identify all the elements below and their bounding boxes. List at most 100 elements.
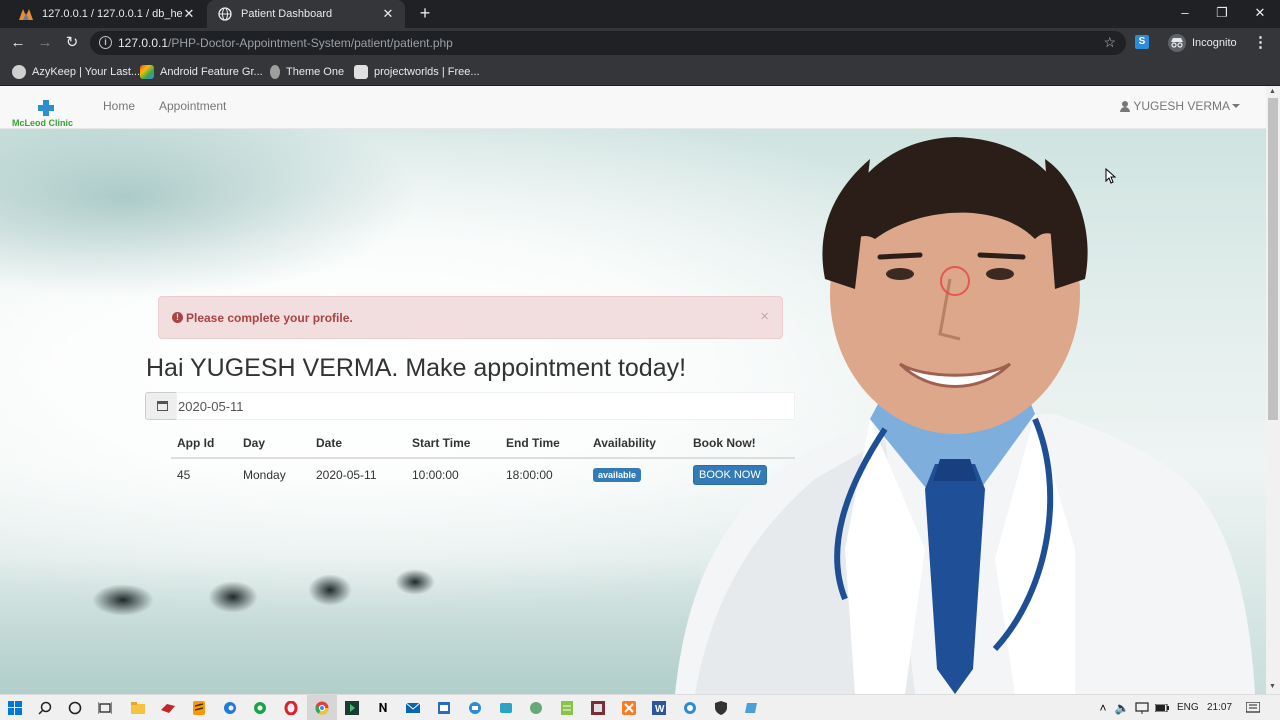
mouse-pointer-icon [1105, 168, 1117, 184]
app-icon[interactable] [498, 700, 514, 716]
status-badge: available [593, 468, 642, 482]
phpmyadmin-icon [18, 6, 34, 22]
calendar-icon[interactable] [145, 392, 177, 420]
app-icon[interactable] [682, 700, 698, 716]
bookmark-label: projectworlds | Free... [374, 66, 480, 78]
mail-icon[interactable] [405, 700, 421, 716]
bookmarks-bar: AzyKeep | Your Last... Android Feature G… [0, 58, 1280, 86]
task-view-icon[interactable] [97, 700, 113, 716]
app-icon[interactable] [467, 700, 483, 716]
cortana-icon[interactable] [67, 700, 83, 716]
window-close-icon[interactable]: ✕ [1241, 0, 1279, 28]
alert-close-button[interactable]: × [760, 308, 769, 325]
volume-icon[interactable]: 🔈 [1114, 700, 1130, 716]
bookmark-star-icon[interactable]: ☆ [1103, 34, 1116, 51]
incognito-icon [1168, 34, 1186, 52]
user-name: YUGESH VERMA [1133, 99, 1230, 113]
browser-toolbar: ← → ↻ i 127.0.0.1/PHP-Doctor-Appointment… [0, 28, 1280, 58]
reload-icon[interactable]: ↻ [62, 33, 82, 53]
url-text: 127.0.0.1/PHP-Doctor-Appointment-System/… [118, 36, 453, 50]
extension-s-icon[interactable]: S [1135, 35, 1149, 49]
file-explorer-icon[interactable] [130, 700, 146, 716]
info-icon[interactable]: i [99, 36, 112, 49]
app-icon[interactable] [590, 700, 606, 716]
bookmark-azykeep[interactable]: AzyKeep | Your Last... [12, 64, 140, 80]
col-app-id: App Id [171, 428, 237, 459]
windows-start-icon[interactable] [7, 700, 23, 716]
hero-floor [0, 559, 700, 694]
book-now-button[interactable]: BOOK NOW [693, 464, 767, 485]
browser-tab-strip: 127.0.0.1 / 127.0.0.1 / db_healthc ✕ Pat… [0, 0, 1280, 28]
chrome-icon[interactable] [314, 700, 330, 716]
col-day: Day [237, 428, 310, 459]
col-start-time: Start Time [406, 428, 500, 459]
cell-day: Monday [237, 457, 310, 490]
clinic-logo[interactable]: McLeod Clinic [12, 100, 78, 130]
battery-icon[interactable] [1154, 700, 1170, 716]
notepad-icon[interactable] [559, 700, 575, 716]
scrollbar-thumb[interactable] [1268, 98, 1278, 420]
date-input[interactable]: 2020-05-11 [176, 392, 795, 420]
exclamation-circle-icon: ! [172, 312, 183, 323]
network-icon[interactable] [1134, 700, 1150, 716]
nav-home[interactable]: Home [103, 99, 135, 113]
cell-start-time: 10:00:00 [406, 457, 500, 490]
page-title: Hai YUGESH VERMA. Make appointment today… [146, 354, 687, 382]
app-icon[interactable]: 𝐍 [375, 700, 391, 716]
hero-blur [0, 129, 420, 299]
background-blob [395, 569, 435, 595]
url-host: 127.0.0.1 [118, 36, 169, 50]
menu-kebab-icon[interactable]: ⋮ [1253, 33, 1268, 51]
opera-icon[interactable] [283, 700, 299, 716]
minimize-icon[interactable]: – [1166, 0, 1204, 28]
restore-icon[interactable]: ❐ [1203, 0, 1241, 28]
tab-phpmyadmin[interactable]: 127.0.0.1 / 127.0.0.1 / db_healthc ✕ [8, 0, 206, 28]
app-icon[interactable] [160, 700, 176, 716]
tab-patient-dashboard[interactable]: Patient Dashboard ✕ [207, 0, 405, 28]
chevron-up-icon[interactable]: ˄ [1095, 700, 1111, 716]
back-arrow-icon[interactable]: ← [8, 33, 28, 53]
page-viewport: McLeod Clinic Home Appointment YUGESH VE… [0, 86, 1266, 694]
xampp-icon[interactable] [621, 700, 637, 716]
new-tab-plus-icon[interactable]: + [414, 3, 436, 25]
profile-alert: ! Please complete your profile. × [158, 296, 783, 339]
sublime-icon[interactable] [191, 700, 207, 716]
tab-title: Patient Dashboard [241, 8, 333, 20]
word-icon[interactable]: W [651, 700, 667, 716]
close-icon[interactable]: ✕ [381, 6, 395, 22]
bookmark-label: Android Feature Gr... [160, 66, 263, 78]
cell-availability: available [587, 457, 687, 490]
app-icon[interactable] [344, 700, 360, 716]
background-blob [92, 584, 154, 616]
app-icon[interactable] [252, 700, 268, 716]
language-indicator[interactable]: ENG [1177, 702, 1199, 713]
search-icon[interactable] [37, 700, 53, 716]
table-row: 45 Monday 2020-05-11 10:00:00 18:00:00 a… [171, 457, 795, 490]
bookmark-label: AzyKeep | Your Last... [32, 66, 141, 78]
user-dropdown[interactable]: YUGESH VERMA [1120, 99, 1240, 113]
close-icon[interactable]: ✕ [182, 6, 196, 22]
bookmark-projectworlds[interactable]: projectworlds | Free... [354, 64, 480, 80]
notification-icon[interactable] [1245, 700, 1261, 716]
nav-appointment[interactable]: Appointment [159, 99, 226, 113]
brand-name: McLeod Clinic [12, 118, 74, 128]
page-scrollbar[interactable]: ▲ ▼ [1266, 86, 1280, 694]
medical-cross-icon [38, 100, 54, 116]
azykeep-icon [12, 65, 26, 79]
shield-icon[interactable] [713, 700, 729, 716]
incognito-indicator[interactable]: Incognito [1168, 33, 1237, 53]
app-icon[interactable] [436, 700, 452, 716]
scroll-up-icon[interactable]: ▲ [1269, 88, 1276, 95]
col-end-time: End Time [500, 428, 587, 459]
bookmark-android-feature[interactable]: Android Feature Gr... [140, 64, 263, 80]
svg-text:W: W [655, 704, 665, 715]
bookmark-theme-one[interactable]: Theme One [270, 64, 344, 80]
forward-arrow-icon[interactable]: → [35, 33, 55, 53]
clock[interactable]: 21:07 [1207, 702, 1232, 713]
edge-icon[interactable] [222, 700, 238, 716]
address-bar[interactable]: i 127.0.0.1/PHP-Doctor-Appointment-Syste… [90, 31, 1126, 55]
app-icon[interactable] [744, 700, 760, 716]
scroll-down-icon[interactable]: ▼ [1269, 683, 1276, 690]
android-feature-icon [140, 65, 154, 79]
app-icon[interactable] [528, 700, 544, 716]
